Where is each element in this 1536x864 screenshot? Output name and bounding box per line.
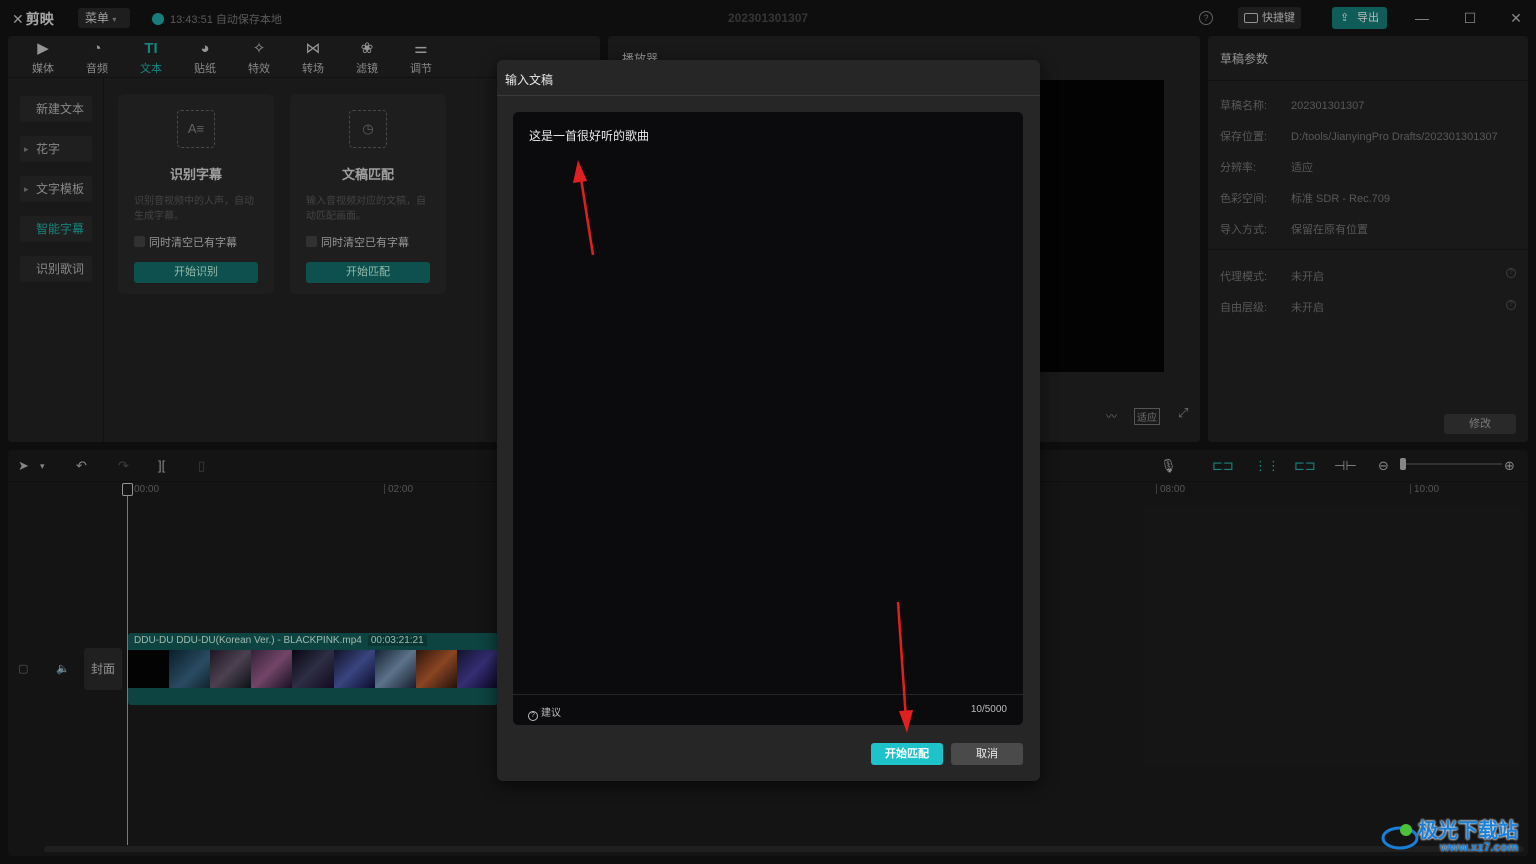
- dialog-title: 输入文稿: [505, 73, 554, 87]
- cancel-button[interactable]: 取消: [951, 743, 1023, 765]
- input-script-dialog: 输入文稿 这是一首很好听的歌曲 ? 建议 10/5000 开始匹配 取消: [497, 60, 1040, 781]
- watermark-url: www.xz7.com: [1440, 840, 1519, 854]
- char-counter: 10/5000: [970, 704, 1007, 715]
- script-text: 这是一首很好听的歌曲: [529, 129, 650, 143]
- watermark-swirl-icon: [1381, 824, 1419, 850]
- watermark-logo: 极光下载站 www.xz7.com: [1380, 812, 1530, 860]
- script-textarea[interactable]: 这是一首很好听的歌曲 ? 建议 10/5000: [513, 112, 1023, 725]
- divider: [513, 694, 1023, 695]
- start-match-confirm-button[interactable]: 开始匹配: [871, 743, 943, 765]
- suggestion-link[interactable]: ? 建议: [528, 704, 561, 721]
- question-icon: ?: [528, 711, 538, 721]
- watermark-text: 极光下载站: [1418, 820, 1518, 842]
- divider: [497, 95, 1040, 96]
